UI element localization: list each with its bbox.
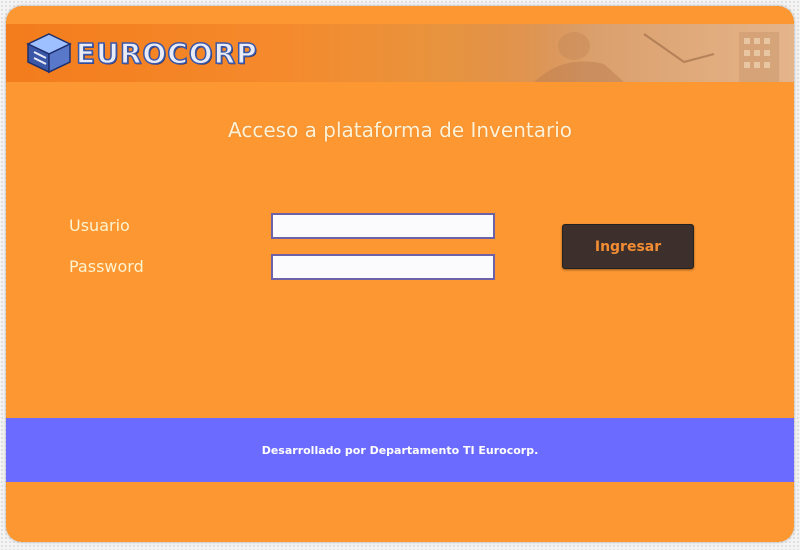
brand-logo: EUROCORP <box>26 32 258 74</box>
cube-stack-icon <box>26 33 72 74</box>
page-background: EUROCORP Acceso a plataforma de Inventar… <box>0 0 800 550</box>
password-input[interactable] <box>271 254 495 280</box>
submit-button[interactable]: Ingresar <box>562 224 694 269</box>
header-photo <box>454 24 794 82</box>
user-input[interactable] <box>271 213 495 239</box>
password-label: Password <box>69 257 144 276</box>
user-label: Usuario <box>69 216 130 235</box>
header-banner: EUROCORP <box>6 24 794 82</box>
page-title: Acceso a plataforma de Inventario <box>228 118 572 142</box>
footer-band: Desarrollado por Departamento TI Eurocor… <box>6 418 794 482</box>
brand-name: EUROCORP <box>75 36 258 71</box>
footer-text: Desarrollado por Departamento TI Eurocor… <box>261 443 539 457</box>
login-panel: EUROCORP Acceso a plataforma de Inventar… <box>6 6 794 542</box>
